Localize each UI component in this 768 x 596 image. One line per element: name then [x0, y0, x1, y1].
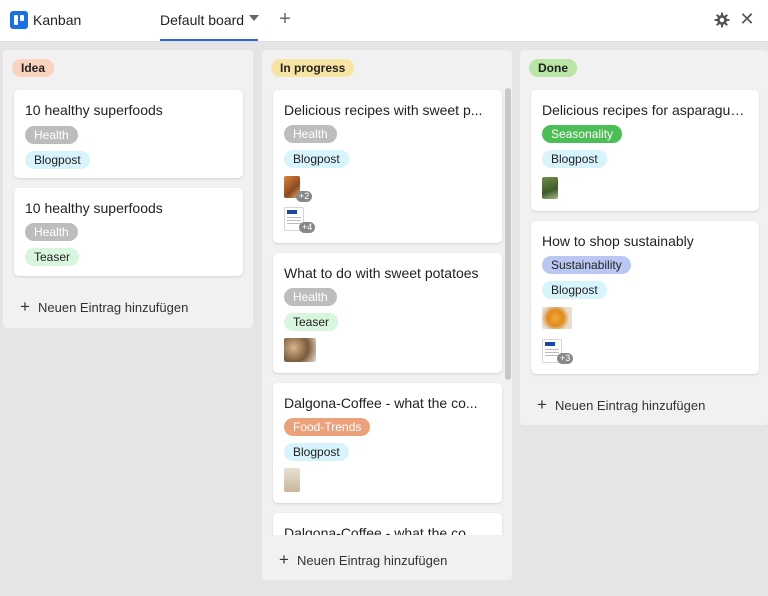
app-title: Kanban [33, 12, 82, 28]
card-progress-1[interactable]: Delicious recipes with sweet p... Health… [273, 90, 502, 243]
gear-icon [714, 12, 730, 28]
tag-teaser: Teaser [284, 313, 339, 331]
tag-seasonality: Seasonality [542, 125, 623, 143]
add-entry-button-done[interactable]: + Neuen Eintrag hinzufügen [537, 395, 705, 415]
tab-label: Default board [160, 12, 245, 28]
column-title-idea: Idea [12, 59, 55, 77]
column-scrollbar[interactable] [505, 88, 511, 380]
close-button[interactable]: ✕ [738, 9, 756, 29]
plus-icon: + [537, 395, 547, 414]
kanban-logo-icon [10, 11, 28, 29]
column-in-progress: In progress Delicious recipes with sweet… [262, 50, 512, 580]
tag-teaser: Teaser [25, 248, 80, 266]
tag-health: Health [25, 223, 78, 241]
plus-icon: + [20, 297, 30, 316]
card-title: 10 healthy superfoods [25, 102, 163, 118]
plus-icon: + [279, 8, 291, 30]
add-tab-button[interactable]: + [276, 8, 294, 30]
tag-blogpost: Blogpost [284, 443, 349, 461]
document-count-badge: +4 [299, 222, 316, 233]
add-entry-button-in-progress[interactable]: + Neuen Eintrag hinzufügen [279, 550, 447, 570]
add-entry-label: Neuen Eintrag hinzufügen [297, 553, 448, 568]
card-done-2[interactable]: How to shop sustainably Sustainability B… [531, 221, 759, 374]
tag-blogpost: Blogpost [542, 150, 607, 168]
tab-default-board[interactable]: Default board [160, 0, 259, 41]
image-thumbnail[interactable] [542, 307, 572, 329]
close-icon: ✕ [739, 9, 755, 29]
image-thumbnail[interactable] [284, 338, 316, 362]
card-progress-2[interactable]: What to do with sweet potatoes Health Te… [273, 253, 502, 373]
image-thumbnail[interactable] [284, 468, 300, 492]
card-title: Delicious recipes with sweet p... [284, 102, 483, 118]
card-done-1[interactable]: Delicious recipes for asparagus ... Seas… [531, 90, 759, 211]
tag-blogpost: Blogpost [25, 151, 90, 169]
add-entry-button-idea[interactable]: + Neuen Eintrag hinzufügen [20, 297, 188, 317]
tag-health: Health [284, 125, 337, 143]
document-count-badge: +3 [557, 353, 574, 364]
tag-blogpost: Blogpost [542, 281, 607, 299]
tag-blogpost: Blogpost [284, 150, 349, 168]
add-entry-label: Neuen Eintrag hinzufügen [555, 398, 706, 413]
tag-food-trends: Food-Trends [284, 418, 371, 436]
settings-button[interactable] [714, 12, 730, 28]
image-count-badge: +2 [296, 191, 313, 202]
image-thumbnail[interactable] [542, 177, 558, 199]
tag-sustainability: Sustainability [542, 256, 631, 274]
column-done: Done Delicious recipes for asparagus ...… [520, 50, 768, 425]
tag-health: Health [284, 288, 337, 306]
card-idea-1[interactable]: 10 healthy superfoods Health Blogpost [14, 90, 243, 178]
card-idea-2[interactable]: 10 healthy superfoods Health Teaser [14, 188, 243, 276]
card-title: What to do with sweet potatoes [284, 265, 479, 281]
card-title: How to shop sustainably [542, 233, 694, 249]
card-title: 10 healthy superfoods [25, 200, 163, 216]
card-title: Dalgona-Coffee - what the co... [284, 395, 478, 411]
tag-health: Health [25, 126, 78, 144]
column-title-in-progress: In progress [271, 59, 355, 77]
add-entry-label: Neuen Eintrag hinzufügen [38, 300, 189, 315]
top-bar: Kanban Default board + ✕ [0, 0, 768, 42]
chevron-down-icon[interactable] [249, 15, 259, 21]
column-idea: Idea 10 healthy superfoods Health Blogpo… [3, 50, 253, 328]
column-title-done: Done [529, 59, 577, 77]
plus-icon: + [279, 550, 289, 569]
card-title: Delicious recipes for asparagus ... [542, 102, 749, 118]
card-progress-3[interactable]: Dalgona-Coffee - what the co... Food-Tre… [273, 383, 502, 503]
